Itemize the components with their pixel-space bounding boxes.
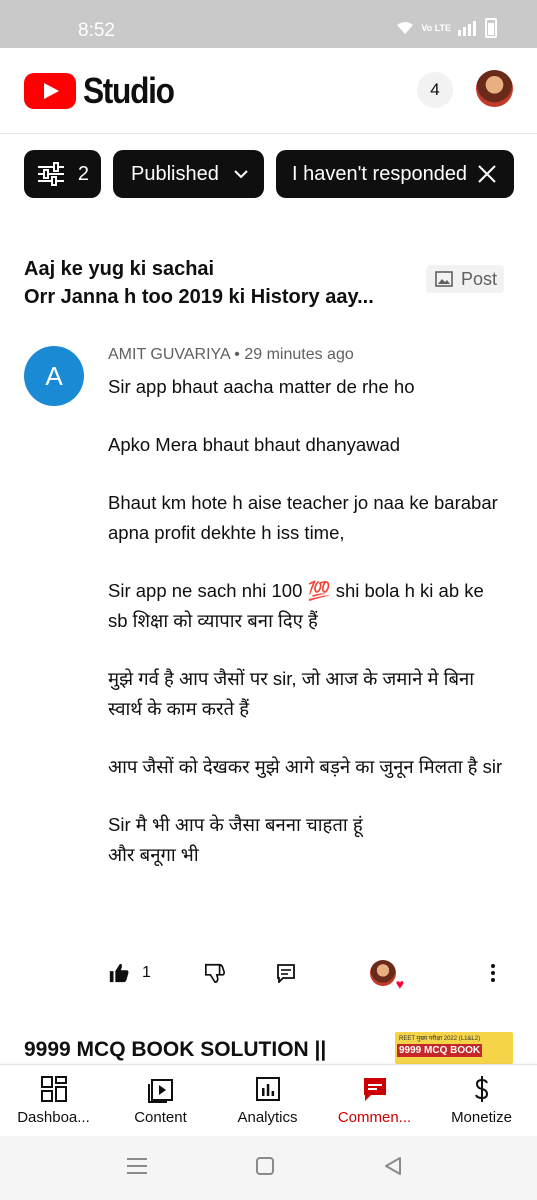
meta-separator: •	[234, 346, 240, 363]
not-responded-chip[interactable]: I haven't responded	[276, 150, 514, 198]
nav-label: Monetize	[451, 1109, 512, 1126]
post-title-line2: Orr Janna h too 2019 ki History aay...	[24, 286, 374, 308]
dashboard-icon	[40, 1076, 67, 1102]
nav-label: Content	[134, 1109, 187, 1126]
battery-icon	[485, 18, 497, 38]
filter-button[interactable]: 2	[24, 150, 101, 198]
youtube-studio-logo[interactable]: Studio	[24, 70, 186, 112]
nav-label: Analytics	[237, 1109, 298, 1126]
content-icon	[147, 1079, 173, 1103]
comment-actions: 1 ♥	[0, 955, 537, 991]
comment-time: 29 minutes ago	[244, 346, 354, 363]
chevron-down-icon	[234, 170, 248, 179]
system-navigation	[0, 1136, 537, 1200]
comment-paragraph: आप जैसों को देखकर मुझे आगे बड़ने का जुनू…	[108, 756, 503, 777]
published-dropdown[interactable]: Published	[113, 150, 264, 198]
nav-comments[interactable]: Commen...	[321, 1065, 428, 1137]
post-type-label: Post	[461, 268, 498, 289]
not-responded-label: I haven't responded	[292, 162, 468, 185]
comment-paragraph: मुझे गर्व है आप जैसों पर sir, जो आज के ज…	[108, 668, 475, 719]
post-type-badge: Post	[426, 265, 504, 293]
filter-count: 2	[77, 162, 89, 185]
recent-apps-icon[interactable]	[126, 1156, 148, 1176]
image-icon	[435, 271, 453, 287]
filter-sliders-icon	[38, 162, 64, 186]
comment-meta: AMIT GUVARIYA • 29 minutes ago	[108, 346, 354, 364]
brand-name: Studio	[83, 70, 175, 111]
nav-content[interactable]: Content	[107, 1065, 214, 1137]
like-button[interactable]: 1	[108, 955, 151, 991]
heart-icon: ♥	[395, 976, 404, 992]
nav-label: Dashboa...	[17, 1109, 90, 1126]
next-post-thumbnail[interactable]: REET मुख्य परीक्षा 2022 (L1&L2) 9999 MCQ…	[395, 1032, 513, 1064]
comment-body: Sir app bhaut aacha matter de rhe ho Apk…	[108, 372, 508, 870]
comment-paragraph: Bhaut km hote h aise teacher jo naa ke b…	[108, 492, 498, 543]
nav-monetize[interactable]: Monetize	[428, 1065, 535, 1137]
comments-icon	[363, 1078, 386, 1101]
thumbs-up-icon	[109, 963, 129, 983]
volte-icon: Vo LTE	[421, 22, 451, 33]
back-icon[interactable]	[383, 1156, 403, 1176]
nav-dashboard[interactable]: Dashboa...	[0, 1065, 107, 1137]
monetize-icon	[474, 1076, 488, 1102]
post-title-line1: Aaj ke yug ki sachai	[24, 258, 215, 280]
bottom-navigation: Dashboa... Content Analytics Commen... M…	[0, 1064, 537, 1136]
comment-paragraph: Apko Mera bhaut bhaut dhanyawad	[108, 434, 401, 455]
comment-author[interactable]: AMIT GUVARIYA	[108, 346, 230, 363]
filter-chips: 2 Published I haven't responded	[24, 150, 514, 198]
creator-heart-button[interactable]: ♥	[370, 955, 404, 991]
status-time: 8:52	[78, 20, 115, 41]
wifi-icon	[397, 22, 414, 34]
creator-avatar: ♥	[370, 960, 404, 991]
published-label: Published	[131, 162, 219, 185]
more-vert-icon	[491, 964, 495, 982]
status-icons: Vo LTE	[395, 18, 497, 38]
home-icon[interactable]	[255, 1156, 275, 1176]
thumbnail-title: 9999 MCQ BOOK	[397, 1044, 483, 1057]
youtube-play-icon	[24, 73, 76, 109]
close-icon[interactable]	[477, 164, 497, 184]
post-title[interactable]: Aaj ke yug ki sachai Orr Janna h too 201…	[24, 255, 424, 311]
comment-paragraph: Sir app bhaut aacha matter de rhe ho	[108, 376, 415, 397]
reply-button[interactable]	[276, 955, 296, 991]
commenter-avatar[interactable]: A	[24, 346, 84, 406]
next-post-title[interactable]: 9999 MCQ BOOK SOLUTION ||	[24, 1038, 384, 1062]
more-options-button[interactable]	[490, 955, 496, 991]
nav-label: Commen...	[337, 1109, 412, 1126]
thumbs-down-icon	[205, 963, 225, 983]
reply-icon	[277, 964, 295, 983]
account-avatar[interactable]	[476, 70, 513, 107]
comment-paragraph: Sir मै भी आप के जैसा बनना चाहता हूं और ब…	[108, 814, 363, 865]
dislike-button[interactable]	[204, 955, 226, 991]
comment-paragraph: Sir app ne sach nhi 100 💯 shi bola h ki …	[108, 580, 484, 631]
nav-analytics[interactable]: Analytics	[214, 1065, 321, 1137]
signal-icon	[458, 21, 476, 36]
status-bar: 8:52 Vo LTE	[0, 0, 537, 48]
thumbnail-caption: REET मुख्य परीक्षा 2022 (L1&L2)	[399, 1036, 481, 1042]
app-header: Studio 4	[0, 48, 537, 134]
like-count: 1	[142, 964, 151, 981]
notifications-button[interactable]: 4	[417, 72, 453, 108]
analytics-icon	[255, 1077, 280, 1101]
